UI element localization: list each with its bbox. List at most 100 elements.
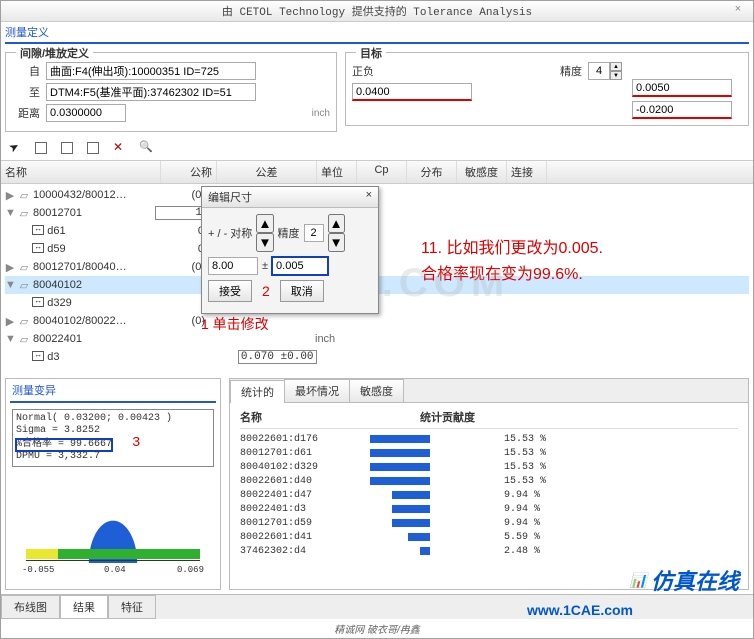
col-link[interactable]: 连接 bbox=[507, 161, 547, 183]
stat-pct: 9.94 % bbox=[500, 504, 560, 515]
col-dist[interactable]: 分布 bbox=[407, 161, 457, 183]
prec-up-icon[interactable]: ▲ bbox=[328, 214, 345, 233]
from-input[interactable] bbox=[46, 62, 256, 80]
row-nominal: (0) bbox=[155, 315, 211, 327]
twist-icon[interactable]: ▼ bbox=[5, 279, 15, 291]
gap-title: 间隙/堆放定义 bbox=[16, 45, 93, 61]
col-sens[interactable]: 敏感度 bbox=[457, 161, 507, 183]
col-nominal[interactable]: 公称 bbox=[161, 161, 217, 183]
to-input[interactable] bbox=[46, 83, 256, 101]
target-title: 目标 bbox=[356, 45, 386, 61]
stats-row: 80012701:d6115.53 % bbox=[240, 446, 738, 460]
col-name[interactable]: 名称 bbox=[1, 161, 161, 183]
spin-up-icon[interactable]: ▲ bbox=[610, 62, 622, 71]
precision-stepper[interactable]: ▲▼ bbox=[588, 62, 622, 80]
twist-icon[interactable]: ▶ bbox=[5, 261, 15, 274]
col-tolerance[interactable]: 公差 bbox=[217, 161, 317, 183]
dimension-tree[interactable]: 编辑尺寸 × + / - 对称 ▲▼ 精度 ▲▼ ± 接受 bbox=[1, 184, 753, 374]
tool-icon-2[interactable] bbox=[61, 140, 77, 156]
twist-icon[interactable]: ▼ bbox=[5, 333, 15, 345]
stat-pct: 15.53 % bbox=[500, 476, 560, 487]
app-window: 由 CETOL Technology 提供支持的 Tolerance Analy… bbox=[0, 0, 754, 639]
row-name: 80022401 bbox=[33, 333, 153, 345]
stat-name: 80022401:d47 bbox=[240, 490, 360, 501]
popup-close-icon[interactable]: × bbox=[366, 189, 372, 205]
column-headers: 名称 公称 公差 单位 Cp 分布 敏感度 连接 bbox=[1, 161, 753, 184]
delete-icon[interactable] bbox=[113, 140, 129, 156]
stat-name: 80022401:d3 bbox=[240, 504, 360, 515]
tool-icon-1[interactable] bbox=[35, 140, 51, 156]
bottom-tabs: 布线图 结果 特征 bbox=[1, 594, 753, 619]
dist-input[interactable] bbox=[46, 104, 126, 122]
edit-dimension-popup: 编辑尺寸 × + / - 对称 ▲▼ 精度 ▲▼ ± 接受 bbox=[201, 186, 379, 314]
part-icon bbox=[20, 262, 28, 274]
annot-3: 3 bbox=[132, 435, 140, 451]
normal-l1: Normal( 0.03200; 0.00423 ) bbox=[16, 413, 210, 425]
dist-label: 距离 bbox=[12, 105, 40, 121]
target-box: 目标 正负 精度 ▲▼ bbox=[345, 52, 749, 126]
distribution-chart: -0.055 0.04 0.069 bbox=[18, 473, 208, 583]
row-name: d61 bbox=[47, 225, 167, 237]
sym-down-icon[interactable]: ▼ bbox=[256, 233, 273, 252]
tick-a: -0.055 bbox=[22, 565, 54, 575]
dimension-icon bbox=[32, 297, 44, 307]
sym-up-icon[interactable]: ▲ bbox=[256, 214, 273, 233]
btab-results[interactable]: 结果 bbox=[60, 595, 108, 619]
stat-name: 80022601:d40 bbox=[240, 476, 360, 487]
twist-icon[interactable]: ▶ bbox=[5, 315, 15, 328]
normal-stats-box: Normal( 0.03200; 0.00423 ) Sigma = 3.825… bbox=[12, 409, 214, 467]
table-row[interactable]: ▼80022401inch bbox=[5, 330, 749, 348]
target-upper-input[interactable] bbox=[632, 79, 732, 97]
search-icon[interactable] bbox=[139, 140, 155, 156]
prec-down-icon[interactable]: ▼ bbox=[328, 233, 345, 252]
popup-prec-label: 精度 bbox=[278, 225, 300, 241]
tab-worstcase[interactable]: 最坏情况 bbox=[284, 379, 350, 402]
popup-title: 编辑尺寸 bbox=[208, 189, 252, 205]
stat-pct: 9.94 % bbox=[500, 490, 560, 501]
row-name: d329 bbox=[47, 297, 167, 309]
precision-value[interactable] bbox=[588, 62, 610, 80]
toolbar bbox=[1, 136, 753, 161]
stat-pct: 5.59 % bbox=[500, 532, 560, 543]
accept-button[interactable]: 接受 bbox=[208, 280, 252, 302]
stats-panel: 统计的 最坏情况 敏感度 名称 统计贡献度 80022601:d17615.53… bbox=[229, 378, 749, 590]
popup-prec-input[interactable] bbox=[304, 224, 324, 242]
btab-routing[interactable]: 布线图 bbox=[1, 595, 60, 619]
stats-row: 80022601:d17615.53 % bbox=[240, 432, 738, 446]
stats-row: 37462302:d42.48 % bbox=[240, 544, 738, 558]
col-unit[interactable]: 单位 bbox=[317, 161, 357, 183]
stat-name: 80040102:d329 bbox=[240, 462, 360, 473]
pointer-icon[interactable] bbox=[9, 140, 25, 156]
to-label: 至 bbox=[12, 84, 40, 100]
close-icon[interactable]: × bbox=[729, 3, 747, 19]
stats-row: 80022401:d3 9.94 % bbox=[240, 502, 738, 516]
from-label: 自 bbox=[12, 63, 40, 79]
col-cp[interactable]: Cp bbox=[357, 161, 407, 183]
btab-features[interactable]: 特征 bbox=[108, 595, 156, 619]
tool-icon-3[interactable] bbox=[87, 140, 103, 156]
row-tolerance[interactable]: 0.070 ±0.00 bbox=[227, 350, 327, 364]
stats-col-contrib: 统计贡献度 bbox=[420, 409, 475, 425]
section-measure-def: 测量定义 bbox=[1, 22, 753, 42]
cancel-button[interactable]: 取消 bbox=[280, 280, 324, 302]
stats-row: 80012701:d59 9.94 % bbox=[240, 516, 738, 530]
popup-nom-input[interactable] bbox=[208, 257, 258, 275]
target-lower-input[interactable] bbox=[632, 101, 732, 119]
spin-down-icon[interactable]: ▼ bbox=[610, 71, 622, 80]
table-row[interactable]: d3 0.070 ±0.00 bbox=[5, 348, 749, 366]
popup-tol-input[interactable] bbox=[272, 257, 328, 275]
divider bbox=[5, 42, 749, 44]
tab-statistical[interactable]: 统计的 bbox=[230, 380, 285, 403]
tab-sensitivity[interactable]: 敏感度 bbox=[349, 379, 404, 402]
target-nominal-input[interactable] bbox=[352, 83, 472, 101]
stat-name: 80012701:d59 bbox=[240, 518, 360, 529]
twist-icon[interactable]: ▶ bbox=[5, 189, 15, 202]
stat-pct: 9.94 % bbox=[500, 518, 560, 529]
tick-c: 0.069 bbox=[177, 565, 204, 575]
stats-row: 80022601:d415.59 % bbox=[240, 530, 738, 544]
table-row[interactable]: ▶80040102/80022…(0) bbox=[5, 312, 749, 330]
twist-icon[interactable]: ▼ bbox=[5, 207, 15, 219]
variation-panel: 测量变异 Normal( 0.03200; 0.00423 ) Sigma = … bbox=[5, 378, 221, 590]
row-name: d3 bbox=[47, 351, 167, 363]
part-icon bbox=[20, 280, 28, 292]
